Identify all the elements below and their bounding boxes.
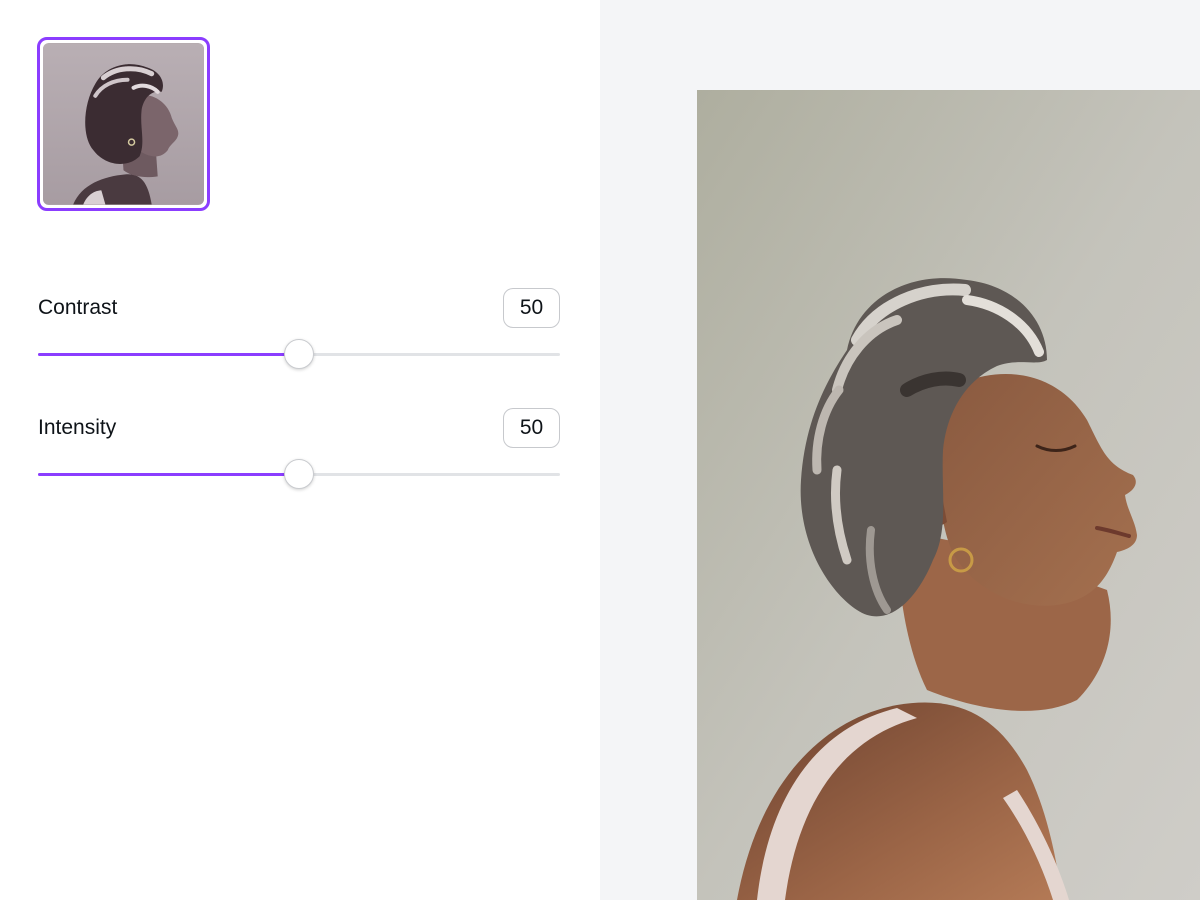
contrast-control: Contrast 50 bbox=[38, 288, 560, 378]
contrast-slider-fill bbox=[38, 353, 299, 356]
adjust-panel: Contrast 50 Intensity 50 bbox=[0, 0, 600, 900]
intensity-control: Intensity 50 bbox=[38, 408, 560, 498]
design-canvas bbox=[600, 0, 1200, 900]
intensity-slider-fill bbox=[38, 473, 299, 476]
intensity-slider[interactable] bbox=[38, 456, 560, 492]
canvas-photo[interactable] bbox=[697, 90, 1200, 900]
contrast-label: Contrast bbox=[38, 296, 118, 319]
contrast-slider-handle[interactable] bbox=[284, 339, 314, 369]
contrast-slider[interactable] bbox=[38, 336, 560, 372]
intensity-label: Intensity bbox=[38, 416, 117, 439]
contrast-value-input[interactable]: 50 bbox=[503, 288, 560, 328]
filter-thumbnail[interactable] bbox=[37, 37, 210, 211]
filter-thumbnail-image bbox=[43, 43, 204, 205]
intensity-slider-handle[interactable] bbox=[284, 459, 314, 489]
intensity-value-input[interactable]: 50 bbox=[503, 408, 560, 448]
